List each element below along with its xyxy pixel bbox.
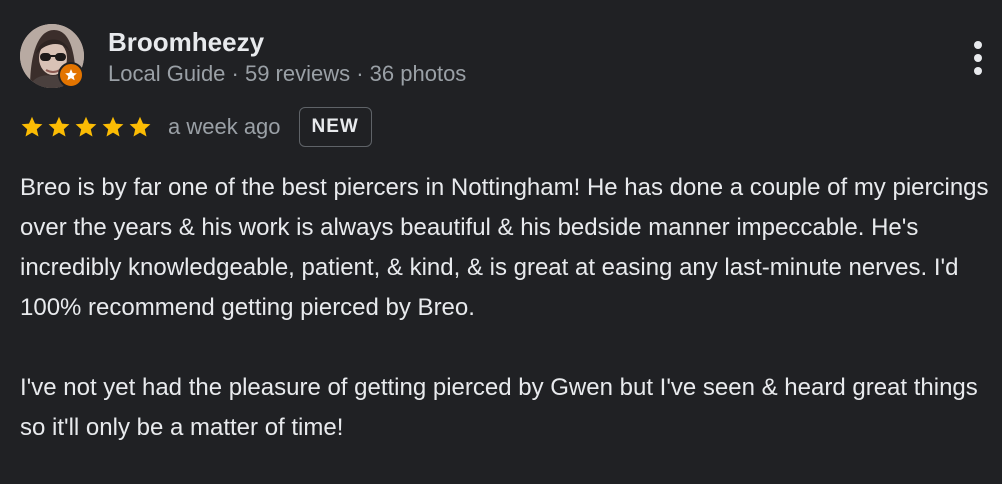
rating-row: a week ago NEW (20, 106, 372, 148)
star-rating (20, 115, 152, 139)
review-text: Breo is by far one of the best piercers … (20, 168, 1000, 448)
reviewer-name[interactable]: Broomheezy (108, 26, 264, 58)
local-guide-star-icon (58, 62, 84, 88)
new-badge: NEW (298, 107, 372, 147)
star-icon (75, 116, 97, 137)
review-date: a week ago (168, 114, 281, 139)
review-paragraph: Breo is by far one of the best piercers … (20, 174, 996, 321)
more-vert-icon (974, 41, 982, 49)
star-icon (21, 116, 43, 137)
star-icon (48, 116, 70, 137)
more-options-button[interactable] (960, 38, 996, 78)
star-icon (102, 116, 124, 137)
more-vert-icon-dot (974, 67, 982, 75)
star-icon (129, 116, 151, 137)
review-paragraph: I've not yet had the pleasure of getting… (20, 374, 985, 441)
more-vert-icon-dot (974, 54, 982, 62)
review-card: Broomheezy Local Guide · 59 reviews · 36… (0, 0, 1002, 484)
reviewer-meta[interactable]: Local Guide · 59 reviews · 36 photos (108, 60, 466, 88)
